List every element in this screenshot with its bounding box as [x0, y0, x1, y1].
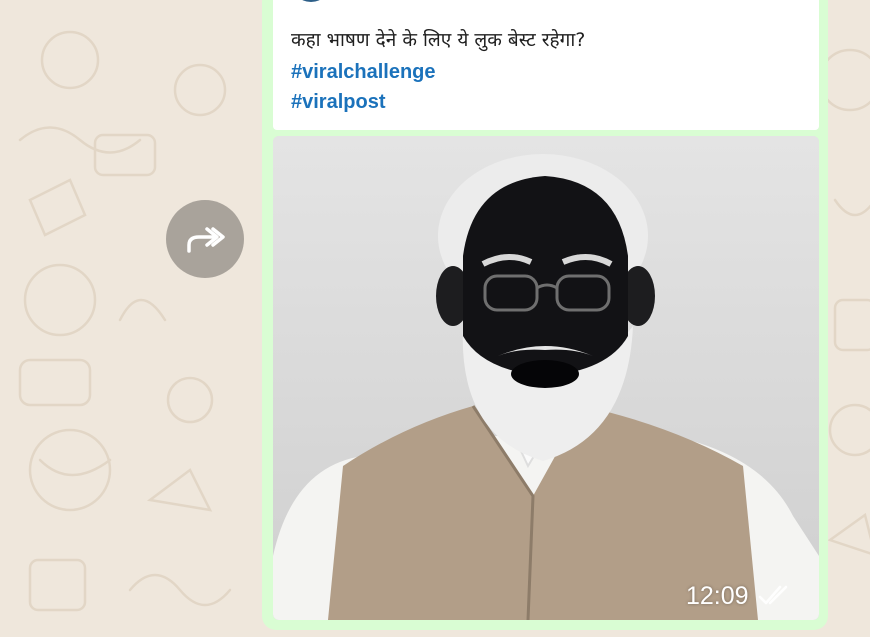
hashtag-viralchallenge[interactable]: #viralchallenge [291, 61, 436, 84]
quoted-post[interactable]: कहा भाषण देने के लिए ये लुक बेस्ट रहेगा?… [273, 0, 819, 130]
forward-arrow-icon [187, 227, 225, 253]
message-bubble[interactable]: कहा भाषण देने के लिए ये लुक बेस्ट रहेगा?… [262, 0, 828, 630]
photo-illustration [273, 136, 819, 620]
hashtag-viralpost[interactable]: #viralpost [291, 91, 385, 114]
message-photo[interactable] [273, 136, 819, 620]
post-text: कहा भाषण देने के लिए ये लुक बेस्ट रहेगा? [291, 29, 586, 51]
double-check-icon [758, 585, 788, 605]
channel-avatar [291, 0, 331, 2]
message-time: 12:09 [686, 582, 749, 610]
forward-button[interactable] [166, 200, 244, 278]
